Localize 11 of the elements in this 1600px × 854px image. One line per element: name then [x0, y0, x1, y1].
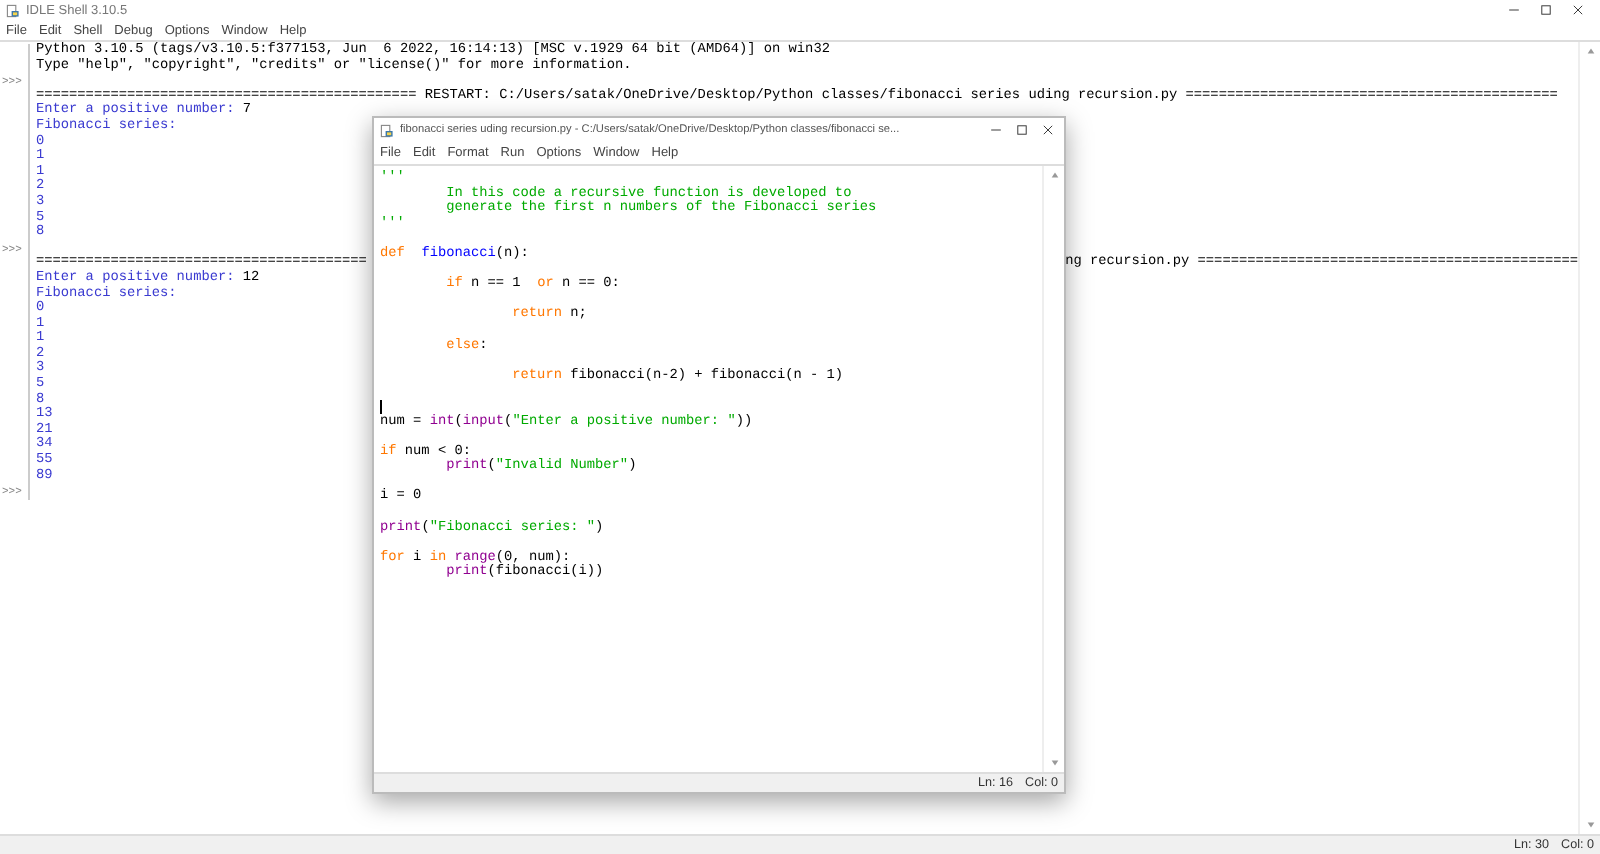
scroll-up-icon[interactable]	[1049, 170, 1059, 180]
maximize-icon[interactable]	[1016, 124, 1028, 136]
scroll-down-icon[interactable]	[1585, 820, 1595, 830]
python-file-icon	[380, 123, 394, 137]
minimize-icon[interactable]	[990, 124, 1002, 136]
maximize-icon[interactable]	[1540, 4, 1552, 16]
scroll-up-icon[interactable]	[1585, 46, 1595, 56]
scroll-down-icon[interactable]	[1049, 758, 1059, 768]
close-icon[interactable]	[1042, 124, 1054, 136]
minimize-icon[interactable]	[1508, 4, 1520, 16]
close-icon[interactable]	[1572, 4, 1584, 16]
